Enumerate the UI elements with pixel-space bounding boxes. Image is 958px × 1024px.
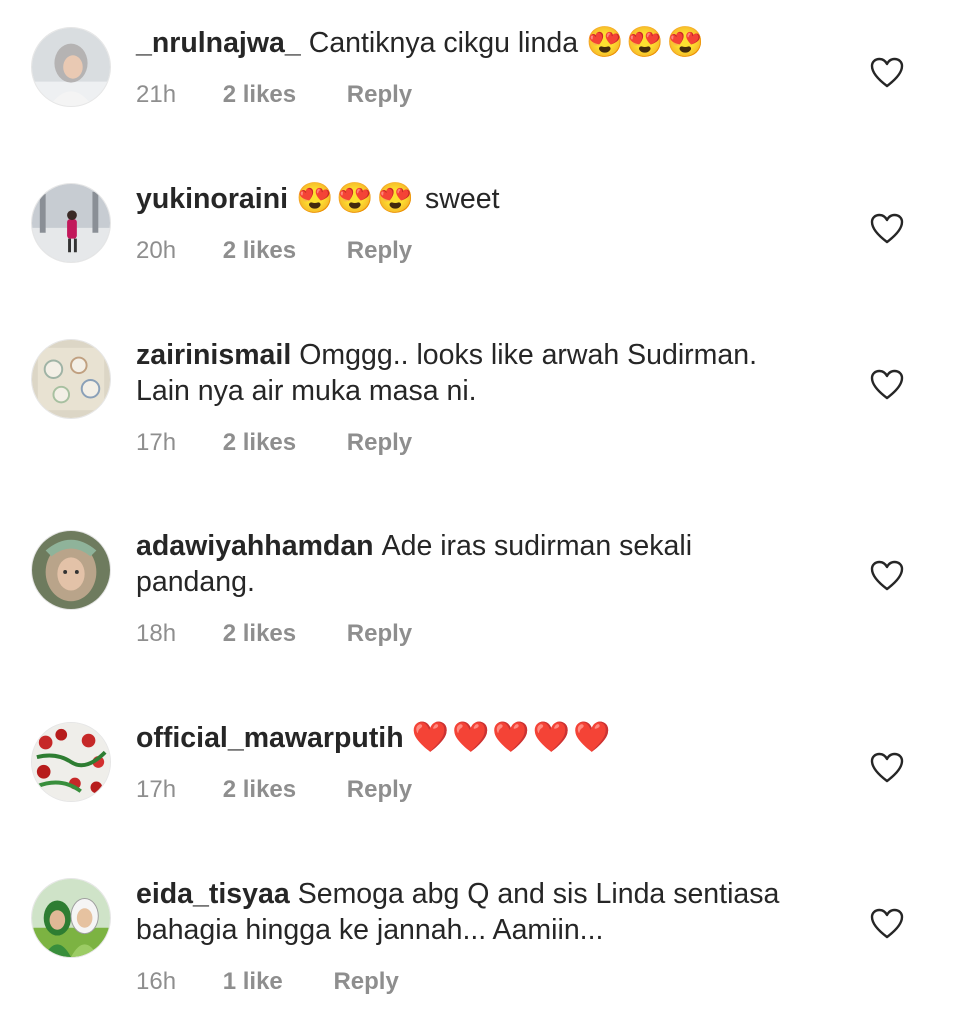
comment-time: 21h — [136, 81, 177, 108]
comment-username[interactable]: zairinismail — [136, 339, 291, 371]
comment-time: 17h — [136, 776, 177, 803]
comment-text: official_mawarputih ❤️❤️❤️❤️❤️ — [136, 720, 816, 756]
comment-likes[interactable]: 2 likes — [223, 776, 296, 804]
comment-body: sweet — [425, 183, 500, 215]
heart-outline-icon[interactable] — [870, 213, 904, 245]
reply-button[interactable]: Reply — [347, 81, 412, 109]
comment-likes[interactable]: 2 likes — [223, 81, 296, 109]
comment-time: 20h — [136, 237, 177, 264]
heart-outline-icon[interactable] — [870, 560, 904, 592]
comment-likes[interactable]: 2 likes — [223, 620, 296, 648]
heart-outline-icon[interactable] — [870, 752, 904, 784]
reply-button[interactable]: Reply — [347, 776, 412, 804]
comment-meta: 21h 2 likes Reply — [136, 81, 412, 109]
comment-emoji: ❤️❤️❤️❤️❤️ — [411, 721, 614, 754]
comment-meta: 17h 2 likes Reply — [136, 429, 412, 457]
comment-username[interactable]: yukinoraini — [136, 183, 288, 215]
reply-button[interactable]: Reply — [333, 968, 398, 996]
heart-outline-icon[interactable] — [870, 57, 904, 89]
comment-text: yukinoraini 😍😍😍 sweet — [136, 181, 816, 217]
comment-meta: 18h 2 likes Reply — [136, 620, 412, 648]
reply-button[interactable]: Reply — [347, 237, 412, 265]
avatar[interactable] — [31, 27, 111, 107]
comment-emoji: 😍😍😍 — [296, 182, 418, 215]
heart-outline-icon[interactable] — [870, 908, 904, 940]
comment-time: 18h — [136, 620, 177, 647]
comment-meta: 17h 2 likes Reply — [136, 776, 412, 804]
comment-meta: 20h 2 likes Reply — [136, 237, 412, 265]
avatar[interactable] — [31, 339, 111, 419]
comment-text: zairinismail Omggg.. looks like arwah Sud… — [136, 337, 816, 409]
comment-username[interactable]: adawiyahhamdan — [136, 530, 374, 562]
comment-likes[interactable]: 2 likes — [223, 237, 296, 265]
comment-username[interactable]: eida_tisyaa — [136, 878, 290, 910]
comment-text: adawiyahhamdan Ade iras sudirman sekali p… — [136, 528, 816, 600]
comment-meta: 16h 1 like Reply — [136, 968, 399, 996]
avatar[interactable] — [31, 878, 111, 958]
comment-likes[interactable]: 1 like — [223, 968, 283, 996]
avatar[interactable] — [31, 722, 111, 802]
comment-emoji: 😍😍😍 — [585, 26, 708, 59]
comment-text: eida_tisyaa Semoga abg Q and sis Linda se… — [136, 876, 816, 948]
comment-text: _nrulnajwa_ Cantiknya cikgu linda 😍😍😍 — [136, 25, 816, 61]
reply-button[interactable]: Reply — [347, 620, 412, 648]
reply-button[interactable]: Reply — [347, 429, 412, 457]
heart-outline-icon[interactable] — [870, 369, 904, 401]
comment-likes[interactable]: 2 likes — [223, 429, 296, 457]
comment-body: Cantiknya cikgu linda — [308, 27, 579, 59]
avatar[interactable] — [31, 183, 111, 263]
comment-time: 17h — [136, 429, 177, 456]
comment-time: 16h — [136, 968, 177, 995]
avatar[interactable] — [31, 530, 111, 610]
comment-username[interactable]: official_mawarputih — [136, 722, 404, 754]
comment-username[interactable]: _nrulnajwa_ — [136, 27, 301, 59]
